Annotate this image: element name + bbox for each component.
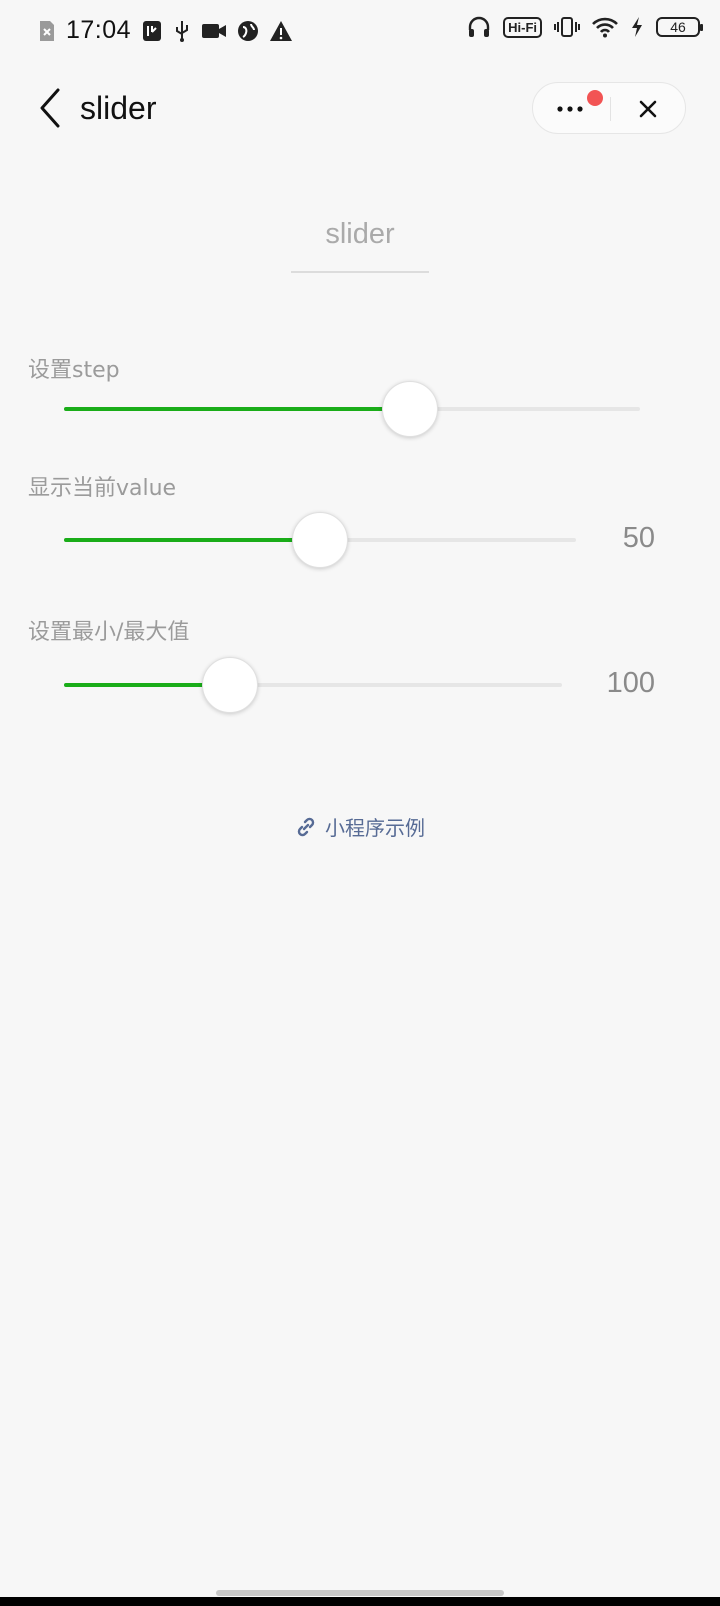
vpn-icon <box>238 20 259 41</box>
menu-capsule <box>532 82 686 134</box>
back-button[interactable] <box>30 86 70 130</box>
sim-off-icon <box>40 20 54 41</box>
capsule-divider <box>610 97 611 121</box>
page-title: slider <box>291 218 429 273</box>
battery-level: 46 <box>670 19 686 35</box>
battery-indicator: 46 <box>656 17 703 37</box>
bottom-edge <box>0 1597 720 1606</box>
hifi-badge: Hi-Fi <box>503 16 542 38</box>
footer-link[interactable]: 小程序示例 <box>295 812 425 841</box>
status-left: 17:04 <box>38 16 293 45</box>
slider-min-max[interactable] <box>64 655 562 715</box>
section-label-show-value: 显示当前value <box>28 476 177 501</box>
status-right: Hi-Fi 46 <box>467 16 703 38</box>
slider-thumb[interactable] <box>382 381 438 437</box>
nav-bar: slider <box>0 70 720 150</box>
slider-step[interactable] <box>64 379 640 439</box>
status-bar: 17:04 Hi-Fi 46 <box>0 0 720 60</box>
close-icon <box>639 100 657 118</box>
usb-debug-icon <box>143 20 162 41</box>
close-button[interactable] <box>627 93 669 125</box>
slider-show-value[interactable] <box>64 510 576 570</box>
slider-value-text: 50 <box>622 522 655 554</box>
footer-text: 小程序示例 <box>325 816 425 840</box>
notification-dot <box>587 90 603 106</box>
vibrate-icon <box>554 17 580 37</box>
page-header: slider <box>0 218 720 273</box>
warning-icon <box>270 20 293 41</box>
charging-icon <box>632 17 642 37</box>
headphones-icon <box>468 16 490 37</box>
wifi-icon <box>592 17 618 38</box>
home-indicator[interactable] <box>216 1590 504 1596</box>
status-time: 17:04 <box>66 16 132 44</box>
slider-fill <box>64 538 320 542</box>
section-label-min-max: 设置最小/最大值 <box>28 620 190 645</box>
slider-thumb[interactable] <box>292 512 348 568</box>
link-icon <box>297 817 315 836</box>
slider-thumb[interactable] <box>202 657 258 713</box>
nav-title: slider <box>80 90 157 126</box>
slider-value-text: 100 <box>606 667 655 699</box>
chevron-left-icon <box>40 88 60 128</box>
footer: 小程序示例 <box>0 812 720 842</box>
video-icon <box>202 23 227 38</box>
usb-icon <box>176 20 189 42</box>
slider-fill <box>64 407 410 411</box>
